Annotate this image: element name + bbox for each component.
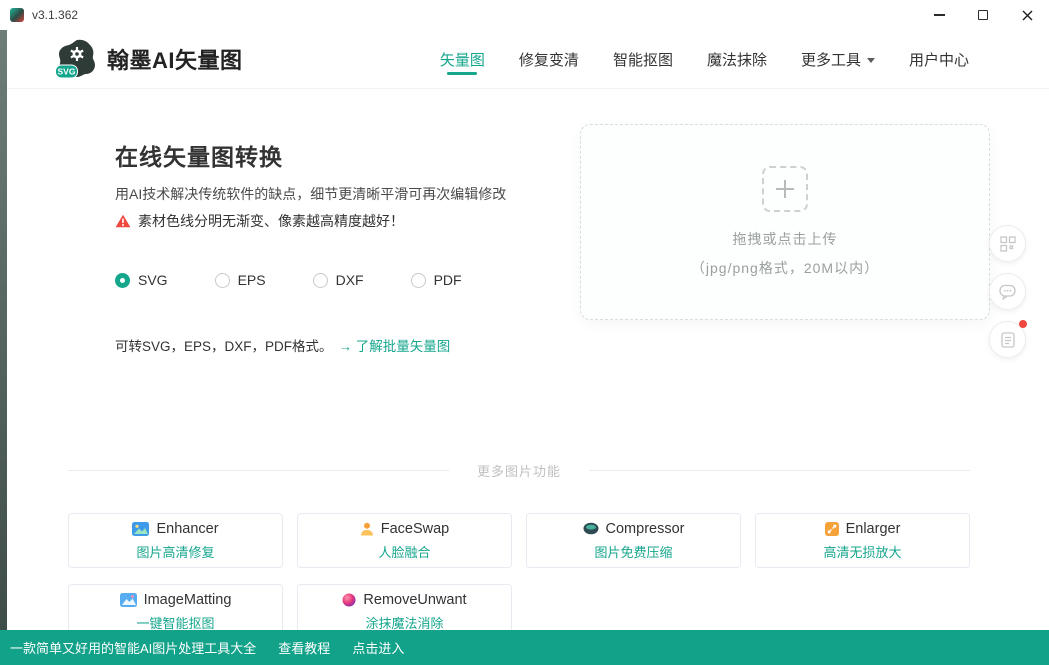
warning-icon <box>115 214 131 228</box>
radio-svg-control[interactable] <box>115 273 130 288</box>
footer-bar: 一款简单又好用的智能AI图片处理工具大全 查看教程 点击进入 <box>0 630 1049 665</box>
radio-pdf-control[interactable] <box>411 273 426 288</box>
upload-hint-1: 拖拽或点击上传 <box>733 229 838 249</box>
feature-card-grid: Enhancer 图片高清修复 FaceSwap 人脸融合 Compressor <box>68 513 970 639</box>
more-features-divider: 更多图片功能 <box>68 461 970 480</box>
footer-enter-link[interactable]: 点击进入 <box>352 638 404 657</box>
radio-pdf[interactable]: PDF <box>411 272 462 288</box>
page-title: 在线矢量图转换 <box>115 138 283 172</box>
upload-dropzone[interactable]: 拖拽或点击上传 （jpg/png格式，20M以内） <box>580 124 990 320</box>
warning-row: 素材色线分明无渐变、像素越高精度越好！ <box>115 211 404 231</box>
notification-dot <box>1019 320 1027 328</box>
nav-vector[interactable]: 矢量图 <box>440 30 485 88</box>
app-title: 翰墨AI矢量图 <box>107 43 243 75</box>
compress-lens-icon <box>583 522 599 535</box>
app-icon <box>10 8 24 22</box>
radio-eps-control[interactable] <box>215 273 230 288</box>
minimize-button[interactable] <box>917 0 961 30</box>
radio-svg[interactable]: SVG <box>115 272 168 288</box>
nav-restore[interactable]: 修复变清 <box>519 30 579 88</box>
card-enlarger[interactable]: Enlarger 高清无损放大 <box>755 513 970 568</box>
divider-line <box>589 470 970 471</box>
card-compressor[interactable]: Compressor 图片免费压缩 <box>526 513 741 568</box>
titlebar: v3.1.362 <box>0 0 1049 30</box>
nav-matting[interactable]: 智能抠图 <box>613 30 673 88</box>
close-icon <box>1021 9 1034 22</box>
divider-label: 更多图片功能 <box>477 461 561 480</box>
customer-service-button[interactable] <box>989 273 1026 310</box>
upload-hint-2: （jpg/png格式，20M以内） <box>691 258 879 278</box>
radio-dxf-control[interactable] <box>313 273 328 288</box>
radio-eps[interactable]: EPS <box>215 272 266 288</box>
main-nav: 矢量图 修复变清 智能抠图 魔法抹除 更多工具 用户中心 <box>440 30 969 88</box>
card-faceswap[interactable]: FaceSwap 人脸融合 <box>297 513 512 568</box>
card-enhancer[interactable]: Enhancer 图片高清修复 <box>68 513 283 568</box>
desktop-edge-strip <box>0 30 7 630</box>
feedback-doc-icon <box>1001 332 1015 348</box>
warning-text: 素材色线分明无渐变、像素越高精度越好！ <box>138 211 404 231</box>
divider-line <box>68 470 449 471</box>
logo: SVG 翰墨AI矢量图 <box>55 39 243 80</box>
feedback-button[interactable] <box>989 321 1026 358</box>
qr-share-button[interactable] <box>989 225 1026 262</box>
logo-icon: SVG <box>55 39 97 80</box>
svg-text:SVG: SVG <box>58 66 76 76</box>
maximize-button[interactable] <box>961 0 1005 30</box>
app-window: v3.1.362 SVG 翰墨AI矢量图 <box>0 0 1049 665</box>
footer-slogan: 一款简单又好用的智能AI图片处理工具大全 <box>10 638 256 657</box>
nav-more-tools[interactable]: 更多工具 <box>801 30 875 88</box>
batch-vector-link[interactable]: → 了解批量矢量图 <box>339 339 451 354</box>
version-label: v3.1.362 <box>32 8 78 22</box>
close-button[interactable] <box>1005 0 1049 30</box>
enlarge-icon <box>825 522 839 536</box>
radio-dxf[interactable]: DXF <box>313 272 364 288</box>
page-description: 用AI技术解决传统软件的缺点，细节更清晰平滑可再次编辑修改 <box>115 184 506 204</box>
nav-erase[interactable]: 魔法抹除 <box>707 30 767 88</box>
footer-tutorial-link[interactable]: 查看教程 <box>278 638 330 657</box>
header: SVG 翰墨AI矢量图 矢量图 修复变清 智能抠图 魔法抹除 更多工具 用户中心 <box>0 30 1049 88</box>
maximize-icon <box>978 10 988 20</box>
chevron-down-icon <box>867 58 875 63</box>
format-radio-group: SVG EPS DXF PDF <box>115 272 462 288</box>
customer-service-icon <box>999 284 1016 300</box>
minimize-icon <box>934 14 945 16</box>
picture-matting-icon <box>120 593 137 607</box>
person-icon <box>360 522 374 536</box>
qr-code-icon <box>1000 236 1016 252</box>
formats-note: 可转SVG，EPS，DXF，PDF格式。→ 了解批量矢量图 <box>115 335 450 355</box>
nav-user-center[interactable]: 用户中心 <box>909 30 969 88</box>
magic-ball-icon <box>342 593 356 607</box>
picture-enhance-icon <box>132 522 149 536</box>
plus-icon <box>762 166 808 212</box>
